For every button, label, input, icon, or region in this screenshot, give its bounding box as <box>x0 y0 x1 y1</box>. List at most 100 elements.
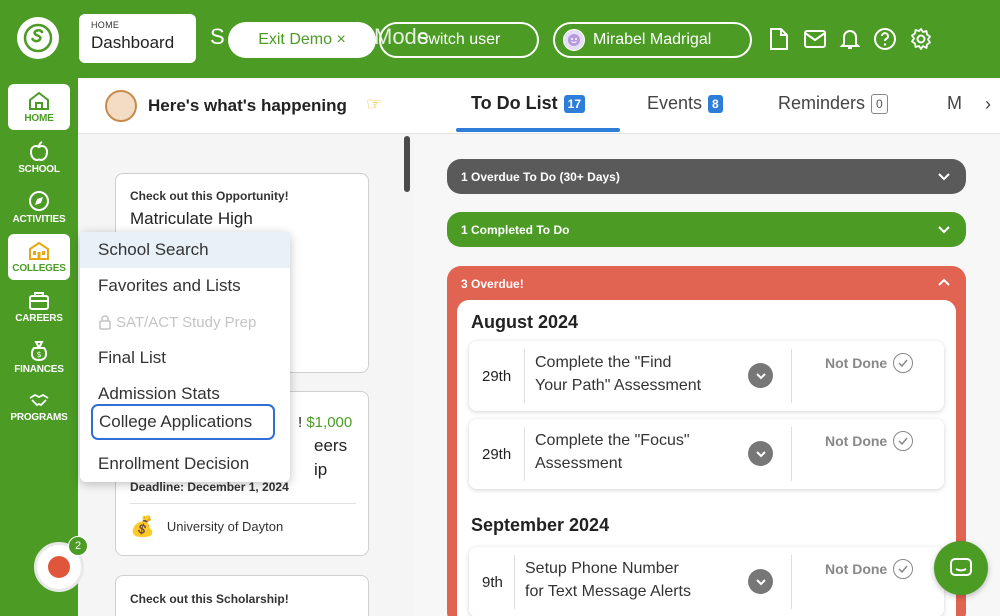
check-circle-icon <box>893 353 914 373</box>
help-icon[interactable] <box>871 25 899 53</box>
todo-status-toggle[interactable]: Not Done <box>825 431 914 451</box>
tab-label: Reminders <box>778 93 866 113</box>
college-icon <box>29 241 49 260</box>
divider <box>524 427 525 481</box>
sidebar-item-school[interactable]: SCHOOL <box>8 134 70 180</box>
pointing-hand-icon: ☞ <box>366 94 383 114</box>
chat-icon <box>950 558 972 576</box>
switch-user-button[interactable]: Switch user <box>379 22 539 58</box>
chevron-up-icon[interactable] <box>936 275 952 291</box>
todo-item[interactable]: 29th Complete the "Find Your Path" Asses… <box>469 341 944 411</box>
chevron-right-icon[interactable]: › <box>985 94 991 115</box>
divider <box>791 555 792 609</box>
sidebar-item-home[interactable]: HOME <box>8 84 70 130</box>
feed-scrollbar[interactable] <box>404 136 410 192</box>
main-panel: To Do List 17 Events 8 Reminders 0 M › 1… <box>413 78 1000 616</box>
section-label: 1 Overdue To Do (30+ Days) <box>461 169 620 184</box>
sidebar-item-finances[interactable]: $ FINANCES <box>8 334 70 380</box>
sidebar-item-colleges[interactable]: COLLEGES <box>8 234 70 280</box>
app-window: HOME Dashboard S Mode Exit Demo × Switch… <box>0 0 1000 616</box>
sidebar-item-label: ACTIVITIES <box>12 213 66 225</box>
menu-item-favorites[interactable]: Favorites and Lists <box>80 268 290 304</box>
tab-todo-list[interactable]: To Do List 17 <box>471 93 586 114</box>
sidebar-item-label: HOME <box>24 112 54 124</box>
sidebar-item-label: CAREERS <box>15 312 63 324</box>
menu-item-college-applications[interactable]: College Applications <box>91 404 275 440</box>
count-badge: 17 <box>563 94 586 113</box>
record-icon <box>48 556 70 578</box>
card-title: Matriculate High <box>130 209 253 228</box>
todo-status-toggle[interactable]: Not Done <box>825 353 914 373</box>
todo-task-line: Setup Phone Number <box>525 560 679 577</box>
document-icon[interactable] <box>765 25 793 53</box>
page-title: Dashboard <box>91 33 175 52</box>
expand-button[interactable] <box>748 441 773 466</box>
chat-button[interactable] <box>934 541 988 595</box>
expand-button[interactable] <box>748 569 773 594</box>
completed-section[interactable]: 1 Completed To Do <box>447 212 966 247</box>
sidebar-item-programs[interactable]: PROGRAMS <box>8 384 70 430</box>
feed-title: Here's what's happening <box>148 96 347 115</box>
chevron-down-icon <box>755 450 766 457</box>
expand-button[interactable] <box>748 363 773 388</box>
user-avatar-icon <box>563 29 585 51</box>
section-label: 1 Completed To Do <box>461 222 570 237</box>
count-badge: 0 <box>871 93 888 114</box>
check-circle-icon <box>893 431 914 451</box>
svg-text:$: $ <box>36 350 41 359</box>
app-logo[interactable] <box>17 17 59 59</box>
tab-bar: To Do List 17 Events 8 Reminders 0 M › <box>413 78 1000 134</box>
tab-label: Events <box>647 93 703 113</box>
sidebar-item-activities[interactable]: ACTIVITIES <box>8 184 70 230</box>
month-heading: September 2024 <box>471 515 610 535</box>
left-sidebar: HOME SCHOOL ACTIVITIES COLLEGES CAREERS … <box>0 78 78 616</box>
sidebar-item-label: PROGRAMS <box>10 411 68 423</box>
overdue-30-section[interactable]: 1 Overdue To Do (30+ Days) <box>447 159 966 194</box>
menu-item-enrollment-decision[interactable]: Enrollment Decision <box>80 446 290 482</box>
school-seal-icon <box>105 90 137 122</box>
money-bag-icon: $ <box>30 340 48 361</box>
menu-item-school-search[interactable]: School Search <box>80 232 290 268</box>
sidebar-item-label: FINANCES <box>14 363 64 375</box>
todo-item[interactable]: 29th Complete the "Focus" Assessment Not… <box>469 419 944 489</box>
card-kicker: Check out this Opportunity! <box>130 189 289 203</box>
briefcase-icon <box>29 291 49 310</box>
card-kicker: Check out this Scholarship! <box>130 592 289 606</box>
menu-item-study-prep[interactable]: SAT/ACT Study Prep <box>80 304 290 340</box>
todo-day: 29th <box>482 446 512 463</box>
settings-icon[interactable] <box>907 25 935 53</box>
todo-task-line: Your Path" Assessment <box>535 377 702 394</box>
exit-demo-button[interactable]: Exit Demo × <box>228 22 376 58</box>
menu-item-final-list[interactable]: Final List <box>80 340 290 376</box>
breadcrumb[interactable]: HOME Dashboard <box>79 14 196 63</box>
todo-task-line: Complete the "Find <box>535 354 672 371</box>
handshake-icon <box>29 393 49 406</box>
sidebar-item-careers[interactable]: CAREERS <box>8 284 70 330</box>
user-menu-button[interactable]: Mirabel Madrigal <box>553 22 752 58</box>
month-heading: August 2024 <box>471 312 579 332</box>
todo-day: 9th <box>482 574 503 591</box>
card-title-line2: eers <box>314 436 348 455</box>
todo-task-line: for Text Message Alerts <box>525 583 691 600</box>
organization-name: University of Dayton <box>166 519 284 534</box>
scholarship-card-2[interactable]: Check out this Scholarship! <box>115 575 369 616</box>
breadcrumb-parent: HOME <box>91 20 120 30</box>
tab-label: To Do List <box>471 93 558 113</box>
todo-status-toggle[interactable]: Not Done <box>825 559 914 579</box>
card-deadline: Deadline: December 1, 2024 <box>130 480 289 494</box>
status-label: Not Done <box>825 561 888 577</box>
user-name: Mirabel Madrigal <box>593 31 712 48</box>
tab-reminders[interactable]: Reminders 0 <box>778 93 888 114</box>
todo-task: Complete the "Focus" Assessment <box>535 429 735 475</box>
todo-item[interactable]: 9th Setup Phone Number for Text Message … <box>469 547 944 616</box>
money-bag-icon: 💰 <box>130 516 155 538</box>
section-label: 3 Overdue! <box>461 277 524 291</box>
overdue-list: August 2024 29th Complete the "Find Your… <box>457 300 956 616</box>
tab-events[interactable]: Events 8 <box>647 93 723 114</box>
bell-icon[interactable] <box>836 25 864 53</box>
mail-icon[interactable] <box>801 25 829 53</box>
todo-day: 29th <box>482 368 512 385</box>
feed-header: Here's what's happening ☞ <box>78 78 413 134</box>
todo-task: Setup Phone Number for Text Message Aler… <box>525 557 725 603</box>
tab-more[interactable]: M <box>947 93 962 114</box>
